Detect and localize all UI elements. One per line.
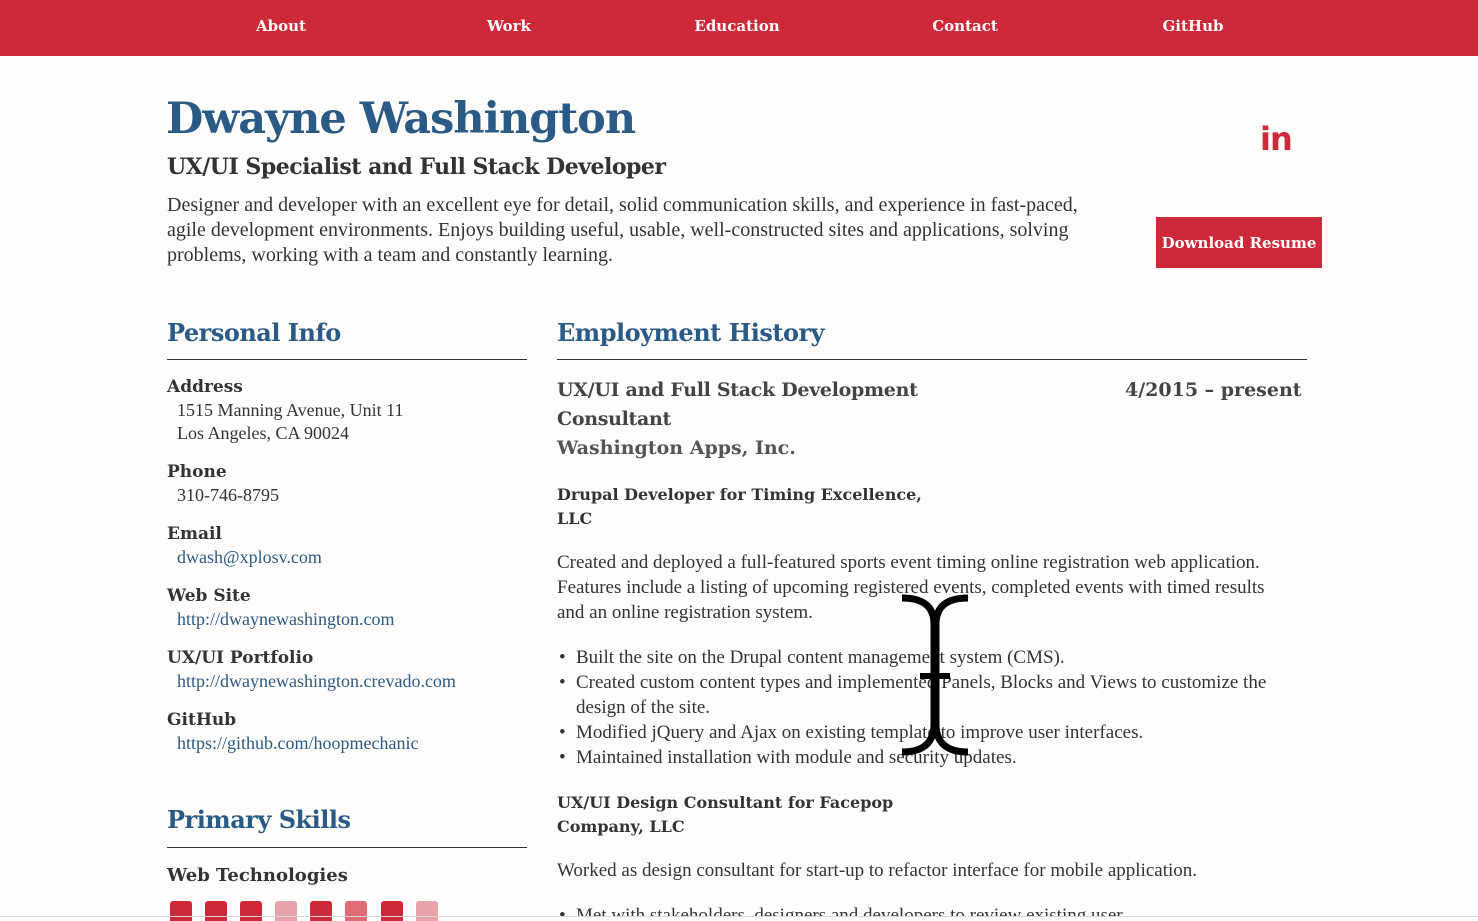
primary-skills-divider [167,847,527,848]
git-icon [345,901,368,921]
nav-contact[interactable]: Contact [932,17,998,35]
xplus-icon [415,901,438,921]
drupal-icon [310,901,333,921]
top-nav: About Work Education Contact GitHub [0,0,1478,56]
address-label: Address [167,377,243,397]
job1-company: Washington Apps, Inc. [557,437,796,459]
project2-description: Worked as design consultant for start-up… [557,860,1198,881]
window-bottom-edge [0,916,1478,917]
primary-skills-heading: Primary Skills [167,805,351,834]
page-title: Dwayne Washington [166,94,636,144]
mobile-icon [275,901,298,921]
phone-label: Phone [167,462,227,482]
skill-icons-row [170,901,446,921]
website-label: Web Site [167,586,251,606]
employment-history-heading: Employment History [557,318,825,347]
css3-icon [205,901,228,921]
project2-bullets: Met with stakeholders, designers and dev… [557,903,1277,917]
job1-dates: 4/2015 – present [1125,379,1302,401]
html5-icon [170,901,192,921]
download-resume-button[interactable]: Download Resume [1156,217,1322,268]
sass-icon [380,901,403,921]
email-label: Email [167,524,222,544]
github-label: GitHub [167,710,237,730]
nav-about[interactable]: About [256,17,306,35]
portfolio-label: UX/UI Portfolio [167,648,314,668]
nav-education[interactable]: Education [694,17,779,35]
nav-github[interactable]: GitHub [1162,17,1223,35]
nav-work[interactable]: Work [487,17,531,35]
list-item: Met with stakeholders, designers and dev… [557,903,1277,917]
linkedin-icon[interactable]: in [1260,120,1293,158]
website-link[interactable]: http://dwaynewashington.com [177,609,394,630]
employment-divider [557,359,1307,360]
github-link[interactable]: https://github.com/hoopmechanic [177,733,418,754]
address-line2: Los Angeles, CA 90024 [177,423,350,443]
job1-title: UX/UI and Full Stack Development Consult… [557,379,918,430]
address-line1: 1515 Manning Avenue, Unit 11 [177,400,404,420]
email-link[interactable]: dwash@xplosv.com [177,547,322,568]
bootstrap-icon [240,901,263,921]
project1-heading: Drupal Developer for Timing Excellence, … [557,485,922,528]
portfolio-link[interactable]: http://dwaynewashington.crevado.com [177,671,456,692]
job-title-heading: UX/UI Specialist and Full Stack Develope… [167,154,666,180]
personal-info-divider [167,359,527,360]
phone-value: 310-746-8795 [177,485,279,505]
text-cursor-icon [901,594,969,756]
project2-heading: UX/UI Design Consultant for Facepop Comp… [557,793,894,836]
web-technologies-label: Web Technologies [167,865,348,886]
summary-text: Designer and developer with an excellent… [167,194,1078,266]
personal-info-heading: Personal Info [167,318,341,347]
